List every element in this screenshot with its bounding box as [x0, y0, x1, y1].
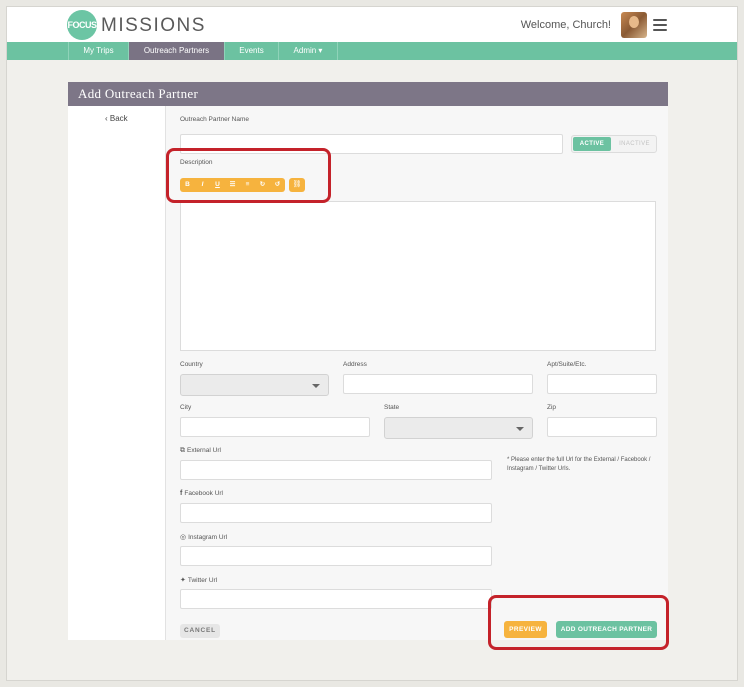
external-url-label-text: External Url: [187, 447, 221, 454]
partner-name-label: Outreach Partner Name: [180, 116, 250, 123]
city-input[interactable]: [180, 417, 370, 437]
state-label: State: [384, 404, 400, 411]
zip-label: Zip: [547, 404, 557, 411]
twitter-url-label-text: Twitter Url: [187, 577, 218, 584]
url-note: * Please enter the full Url for the Exte…: [507, 457, 651, 472]
back-link[interactable]: ‹ Back: [105, 114, 128, 123]
facebook-icon: f: [180, 490, 183, 497]
facebook-url-input[interactable]: [180, 503, 492, 523]
top-header: FOCUS MISSIONS Welcome, Church!: [7, 7, 737, 43]
hamburger-menu-icon[interactable]: [653, 19, 667, 31]
zip-input[interactable]: [547, 417, 657, 437]
active-toggle-option[interactable]: ACTIVE: [573, 137, 611, 151]
form-card: ‹ Back Outreach Partner Name ACTIVE INAC…: [68, 106, 668, 640]
highlight-actions: [488, 595, 669, 650]
twitter-icon: ✦: [180, 577, 186, 584]
page-title: Add Outreach Partner: [68, 82, 668, 106]
chevron-down-icon: [312, 384, 320, 388]
nav-outreach-partners[interactable]: Outreach Partners: [128, 42, 224, 60]
facebook-url-label: f Facebook Url: [180, 490, 223, 497]
external-link-icon: ⧉: [180, 447, 185, 454]
logo-badge: FOCUS: [67, 10, 97, 40]
nav-events[interactable]: Events: [224, 42, 278, 60]
twitter-url-input[interactable]: [180, 589, 492, 609]
country-select[interactable]: [180, 374, 329, 396]
status-toggle[interactable]: ACTIVE INACTIVE: [571, 135, 657, 153]
main-nav: My Trips Outreach Partners Events Admin …: [7, 42, 737, 60]
welcome-text: Welcome, Church!: [520, 19, 611, 31]
facebook-url-label-text: Facebook Url: [184, 490, 223, 497]
avatar[interactable]: [621, 12, 647, 38]
external-url-input[interactable]: [180, 460, 492, 480]
address-label: Address: [343, 361, 367, 368]
inactive-toggle-option[interactable]: INACTIVE: [613, 137, 656, 151]
instagram-url-input[interactable]: [180, 546, 492, 566]
nav-admin-dropdown[interactable]: Admin ▾: [278, 42, 338, 60]
description-textarea[interactable]: [180, 201, 656, 351]
nav-my-trips[interactable]: My Trips: [68, 42, 128, 60]
external-url-label: ⧉ External Url: [180, 447, 221, 455]
apt-input[interactable]: [547, 374, 657, 394]
instagram-url-label-text: Instagram Url: [188, 534, 228, 541]
city-label: City: [180, 404, 192, 411]
state-select[interactable]: [384, 417, 533, 439]
country-label: Country: [180, 361, 203, 368]
instagram-icon: ◎: [180, 534, 187, 541]
twitter-url-label: ✦ Twitter Url: [180, 576, 217, 584]
address-input[interactable]: [343, 374, 533, 394]
cancel-button[interactable]: CANCEL: [180, 624, 220, 638]
side-column: ‹ Back: [68, 106, 166, 640]
chevron-down-icon: [516, 427, 524, 431]
logo-text: MISSIONS: [101, 15, 206, 36]
app-window: FOCUS MISSIONS Welcome, Church! My Trips…: [6, 6, 738, 681]
instagram-url-label: ◎ Instagram Url: [180, 533, 227, 541]
highlight-toolbar: [166, 148, 331, 203]
apt-label: Apt/Suite/Etc.: [547, 361, 587, 368]
